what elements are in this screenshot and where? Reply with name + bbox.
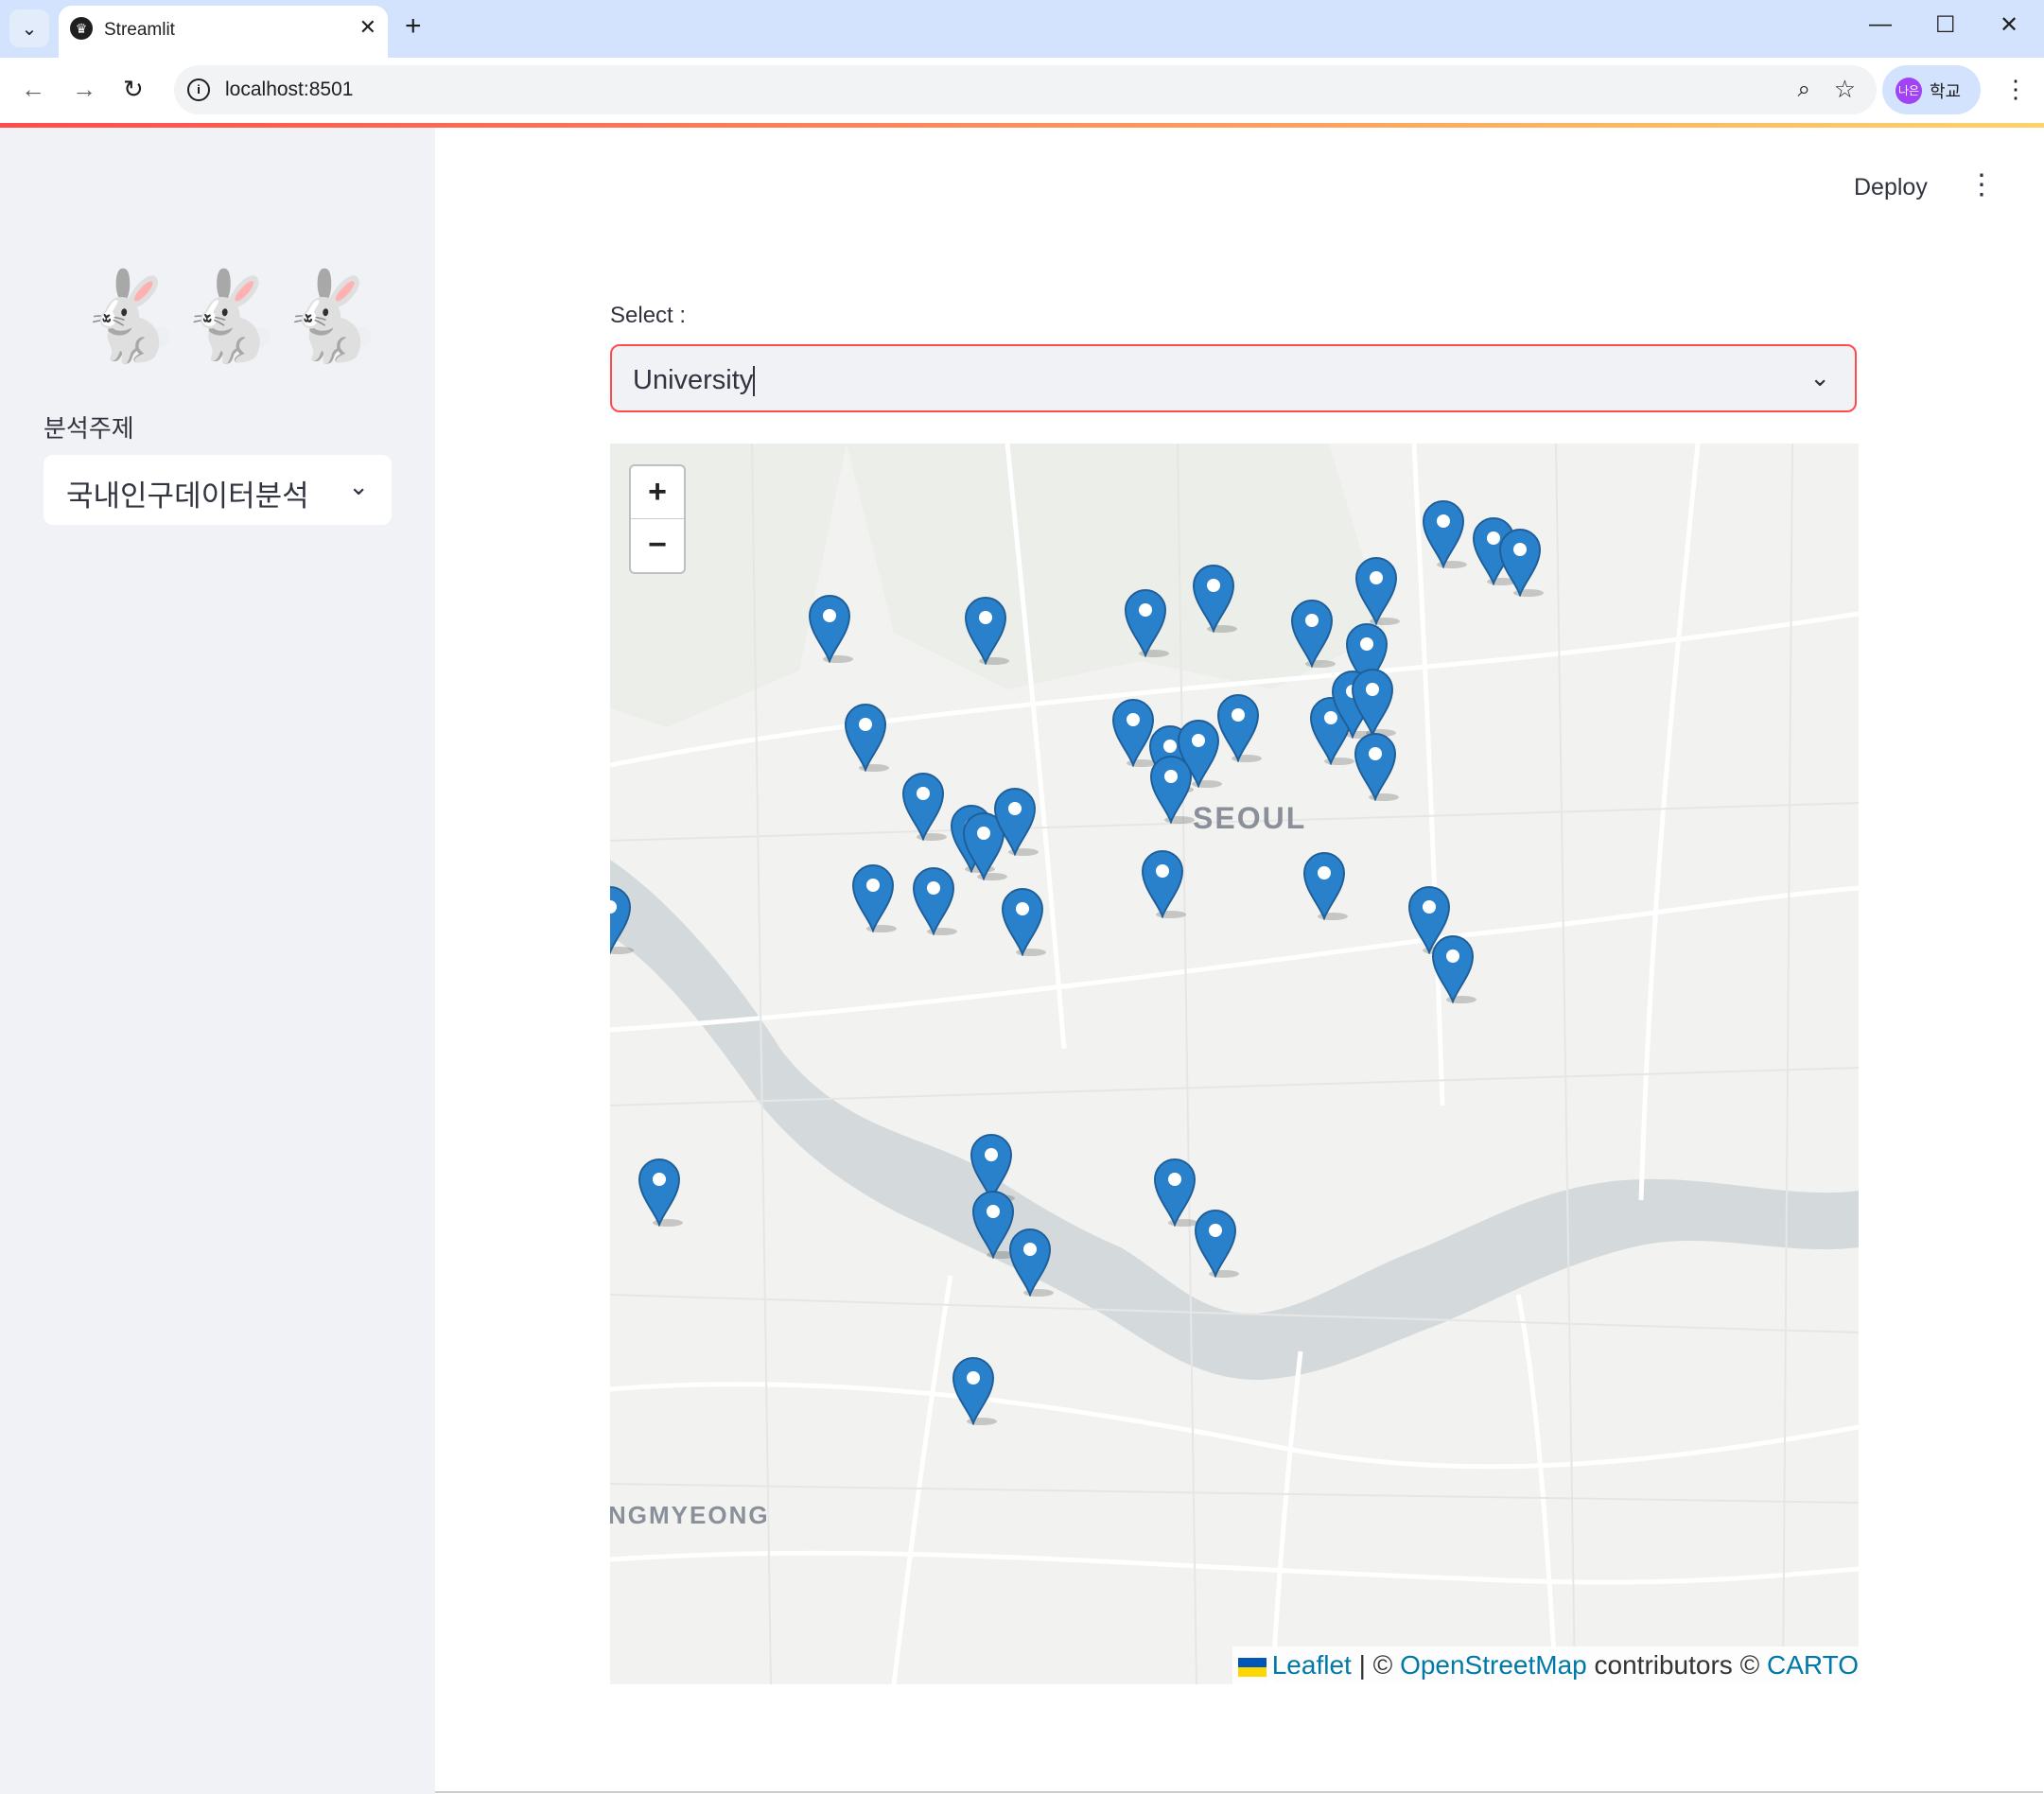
leaflet-map[interactable]: SEOUL NGMYEONG + − Leaflet | © OpenStree… bbox=[610, 444, 1859, 1684]
map-attribution: Leaflet | © OpenStreetMap contributors ©… bbox=[1232, 1646, 1859, 1684]
map-marker-icon[interactable] bbox=[636, 1157, 683, 1228]
sidebar: 🐇🐇🐇 분석주제 국내인구데이터분석 ⌄ bbox=[0, 128, 435, 1794]
tab-search-chevron-icon[interactable]: ⌄ bbox=[9, 9, 49, 47]
map-marker-icon[interactable] bbox=[849, 862, 897, 933]
back-icon[interactable]: ← bbox=[21, 75, 45, 104]
url-text[interactable]: localhost:8501 bbox=[225, 78, 353, 101]
category-select-input[interactable]: University bbox=[633, 365, 756, 397]
map-marker-icon[interactable] bbox=[1496, 527, 1544, 598]
topic-label: 분석주제 bbox=[44, 414, 134, 443]
zoom-out-button[interactable]: − bbox=[631, 519, 684, 571]
map-marker-icon[interactable] bbox=[1429, 933, 1476, 1004]
divider bbox=[435, 1791, 2043, 1793]
map-marker-icon[interactable] bbox=[1214, 692, 1262, 763]
carto-link[interactable]: CARTO bbox=[1767, 1650, 1859, 1680]
map-marker-icon[interactable] bbox=[999, 886, 1046, 957]
main-menu-icon[interactable]: ⋮ bbox=[1967, 168, 1996, 201]
attribution-contributors: contributors © bbox=[1586, 1650, 1767, 1680]
address-bar[interactable]: i localhost:8501 ⌕ ☆ bbox=[174, 65, 1877, 114]
site-info-icon[interactable]: i bbox=[187, 78, 210, 101]
rabbit-logo: 🐇🐇🐇 bbox=[76, 269, 386, 365]
deploy-button[interactable]: Deploy bbox=[1854, 174, 1928, 201]
profile-button[interactable]: 나은 학교 bbox=[1882, 65, 1981, 114]
topic-select[interactable]: 국내인구데이터분석 ⌄ bbox=[44, 455, 392, 525]
map-marker-icon[interactable] bbox=[1353, 555, 1400, 626]
map-marker-icon[interactable] bbox=[950, 1355, 997, 1426]
district-label: NGMYEONG bbox=[610, 1501, 770, 1529]
zoom-in-button[interactable]: + bbox=[631, 466, 684, 519]
map-marker-icon[interactable] bbox=[610, 884, 634, 955]
chevron-down-icon[interactable]: ⌄ bbox=[1809, 363, 1830, 392]
map-marker-icon[interactable] bbox=[1352, 731, 1399, 802]
text-cursor bbox=[753, 366, 756, 397]
map-marker-icon[interactable] bbox=[1288, 598, 1336, 669]
leaflet-link[interactable]: Leaflet bbox=[1272, 1650, 1352, 1680]
map-marker-icon[interactable] bbox=[962, 595, 1009, 666]
zoom-control: + − bbox=[629, 464, 686, 574]
map-marker-icon[interactable] bbox=[842, 702, 889, 773]
map-marker-icon[interactable] bbox=[900, 771, 947, 842]
map-marker-icon[interactable] bbox=[1301, 850, 1348, 921]
map-marker-icon[interactable] bbox=[1122, 587, 1169, 658]
tab-close-icon[interactable]: ✕ bbox=[359, 15, 376, 40]
attribution-separator: | © bbox=[1351, 1650, 1401, 1680]
topic-select-value: 국내인구데이터분석 bbox=[66, 479, 309, 513]
reload-icon[interactable]: ↻ bbox=[123, 75, 144, 104]
map-marker-icon[interactable] bbox=[1139, 848, 1186, 919]
category-select[interactable]: University ⌄ bbox=[610, 344, 1857, 412]
profile-name: 학교 bbox=[1930, 82, 1962, 101]
map-marker-icon[interactable] bbox=[1192, 1208, 1239, 1279]
bookmark-star-icon[interactable]: ☆ bbox=[1834, 75, 1856, 104]
map-marker-icon[interactable] bbox=[991, 786, 1039, 857]
streamlit-favicon-icon: ♛ bbox=[70, 17, 93, 40]
avatar: 나은 bbox=[1896, 78, 1922, 104]
minimize-icon[interactable]: — bbox=[1869, 11, 1892, 38]
browser-tab-bar: ⌄ ♛ Streamlit ✕ + — ☐ ✕ bbox=[0, 0, 2044, 58]
browser-menu-icon[interactable]: ⋮ bbox=[2003, 75, 2028, 104]
map-marker-icon[interactable] bbox=[1190, 563, 1237, 634]
map-marker-icon[interactable] bbox=[1147, 754, 1195, 825]
zoom-icon[interactable]: ⌕ bbox=[1798, 77, 1810, 103]
browser-toolbar: ← → ↻ i localhost:8501 ⌕ ☆ 나은 학교 ⋮ bbox=[0, 58, 2044, 124]
map-marker-icon[interactable] bbox=[806, 593, 853, 664]
ukraine-flag-icon bbox=[1237, 1657, 1267, 1677]
map-marker-icon[interactable] bbox=[1349, 667, 1396, 738]
chevron-down-icon: ⌄ bbox=[348, 472, 369, 500]
map-marker-icon[interactable] bbox=[1420, 498, 1467, 569]
osm-link[interactable]: OpenStreetMap bbox=[1400, 1650, 1587, 1680]
tab-title: Streamlit bbox=[104, 20, 175, 40]
city-label: SEOUL bbox=[1193, 801, 1307, 835]
forward-icon[interactable]: → bbox=[72, 75, 96, 104]
maximize-icon[interactable]: ☐ bbox=[1935, 11, 1956, 39]
map-marker-icon[interactable] bbox=[910, 865, 957, 936]
select-label: Select : bbox=[610, 303, 687, 328]
browser-tab[interactable]: ♛ Streamlit ✕ bbox=[59, 6, 388, 58]
map-marker-icon[interactable] bbox=[1006, 1227, 1054, 1298]
select-value: University bbox=[633, 365, 754, 395]
new-tab-icon[interactable]: + bbox=[405, 9, 422, 44]
window-close-icon[interactable]: ✕ bbox=[2000, 11, 2018, 39]
